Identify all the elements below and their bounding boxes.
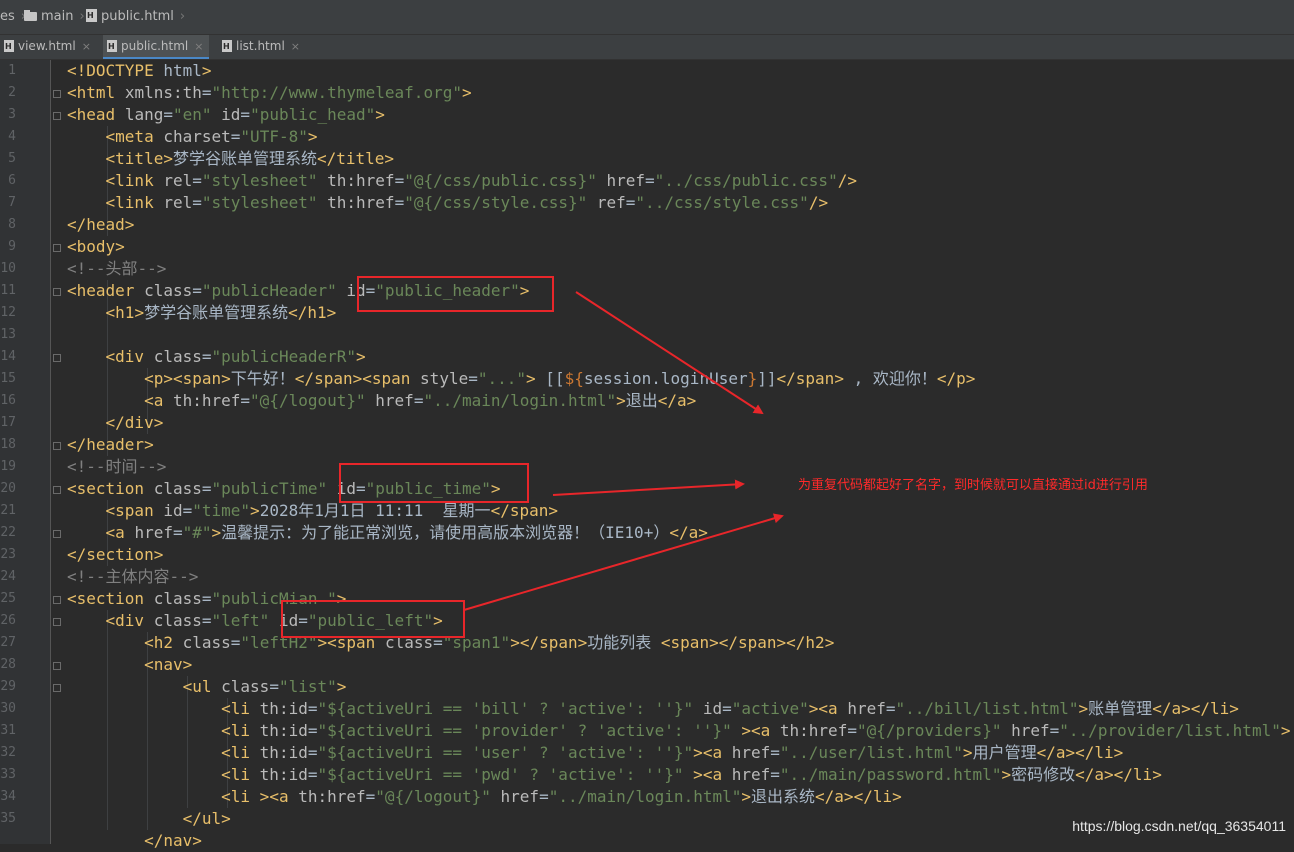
annotation-arrows [463, 291, 784, 611]
arrow-from-time [552, 479, 745, 496]
watermark: https://blog.csdn.net/qq_36354011 [1072, 818, 1286, 834]
arrow-from-header [575, 291, 764, 415]
annotation-text: 为重复代码都起好了名字，到时候就可以直接通过id进行引用 [798, 478, 1148, 493]
arrow-from-left [463, 513, 784, 611]
